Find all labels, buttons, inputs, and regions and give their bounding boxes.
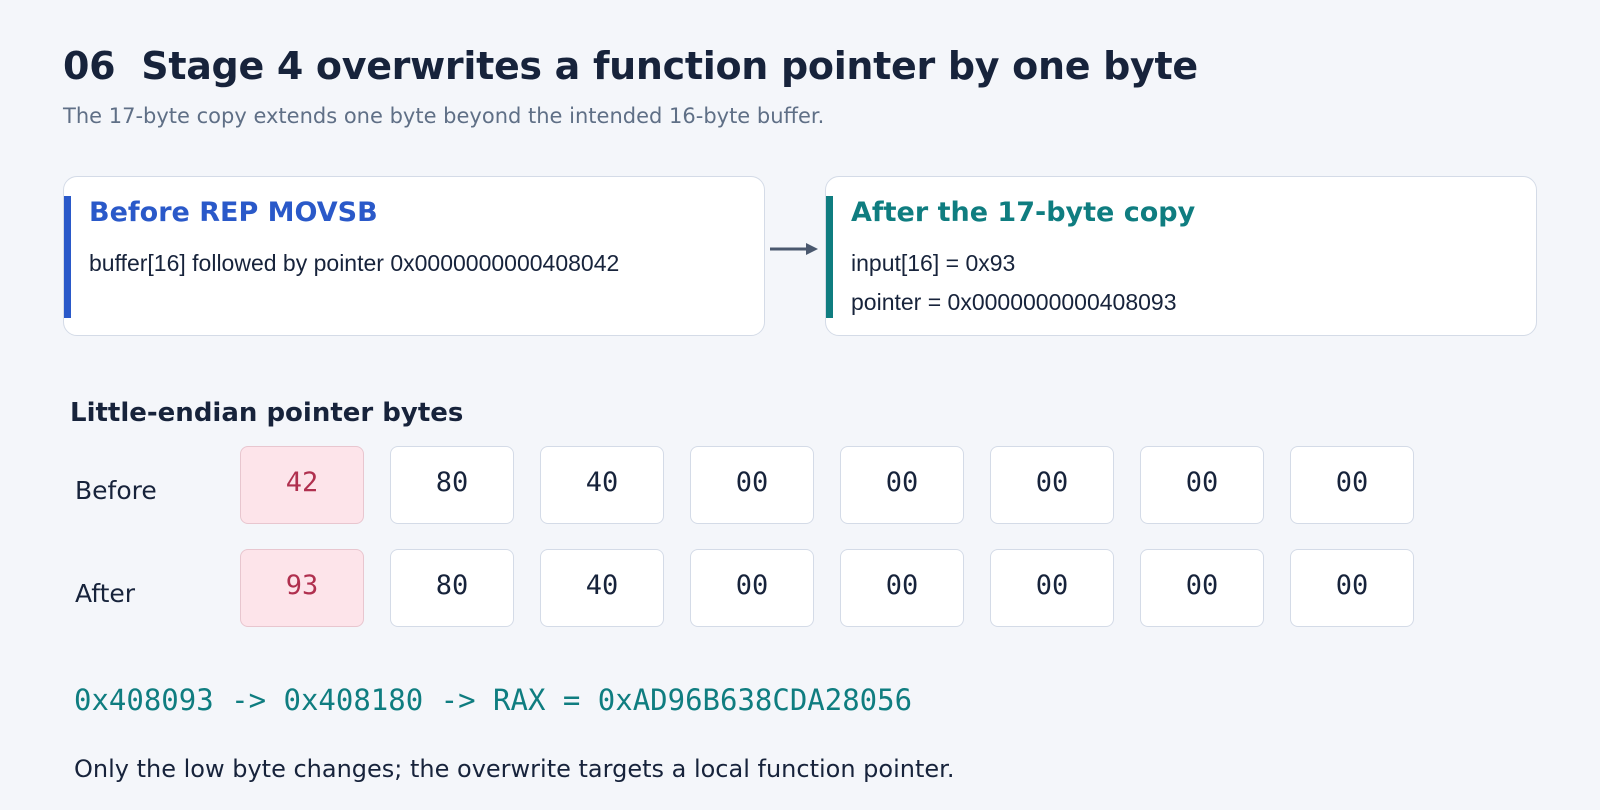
after-card-line-2: pointer = 0x0000000000408093 xyxy=(851,289,1177,315)
after-byte-5: 00 xyxy=(990,549,1114,627)
after-byte-0: 93 xyxy=(240,549,364,627)
after-card-title: After the 17-byte copy xyxy=(851,197,1196,228)
before-row-label: Before xyxy=(75,476,157,505)
after-byte-row: 93 80 40 00 00 00 00 00 xyxy=(240,549,1414,627)
before-card-title: Before REP MOVSB xyxy=(89,197,378,228)
after-card-line-1: input[16] = 0x93 xyxy=(851,250,1016,276)
after-byte-6: 00 xyxy=(1140,549,1264,627)
before-byte-0: 42 xyxy=(240,446,364,524)
before-byte-row: 42 80 40 00 00 00 00 00 xyxy=(240,446,1414,524)
before-card: Before REP MOVSB buffer[16] followed by … xyxy=(63,176,765,336)
page-title: 06 Stage 4 overwrites a function pointer … xyxy=(63,44,1198,88)
after-byte-7: 00 xyxy=(1290,549,1414,627)
after-byte-4: 00 xyxy=(840,549,964,627)
before-byte-6: 00 xyxy=(1140,446,1264,524)
before-byte-2: 40 xyxy=(540,446,664,524)
before-card-accent-bar xyxy=(64,196,71,318)
before-byte-1: 80 xyxy=(390,446,514,524)
after-row-label: After xyxy=(75,579,136,608)
after-byte-2: 40 xyxy=(540,549,664,627)
before-byte-3: 00 xyxy=(690,446,814,524)
before-byte-5: 00 xyxy=(990,446,1114,524)
section-number: 06 xyxy=(63,44,116,88)
arrow-icon xyxy=(770,243,818,255)
before-byte-4: 00 xyxy=(840,446,964,524)
before-byte-7: 00 xyxy=(1290,446,1414,524)
footnote: Only the low byte changes; the overwrite… xyxy=(74,755,955,783)
pointer-chain: 0x408093 -> 0x408180 -> RAX = 0xAD96B638… xyxy=(74,683,913,717)
after-card-accent-bar xyxy=(826,196,833,318)
title-text: Stage 4 overwrites a function pointer by… xyxy=(141,44,1198,88)
before-card-line-1: buffer[16] followed by pointer 0x0000000… xyxy=(89,250,620,276)
pointer-bytes-heading: Little-endian pointer bytes xyxy=(70,398,464,428)
after-byte-3: 00 xyxy=(690,549,814,627)
page-subtitle: The 17-byte copy extends one byte beyond… xyxy=(63,104,825,128)
after-byte-1: 80 xyxy=(390,549,514,627)
after-card: After the 17-byte copy input[16] = 0x93 … xyxy=(825,176,1537,336)
